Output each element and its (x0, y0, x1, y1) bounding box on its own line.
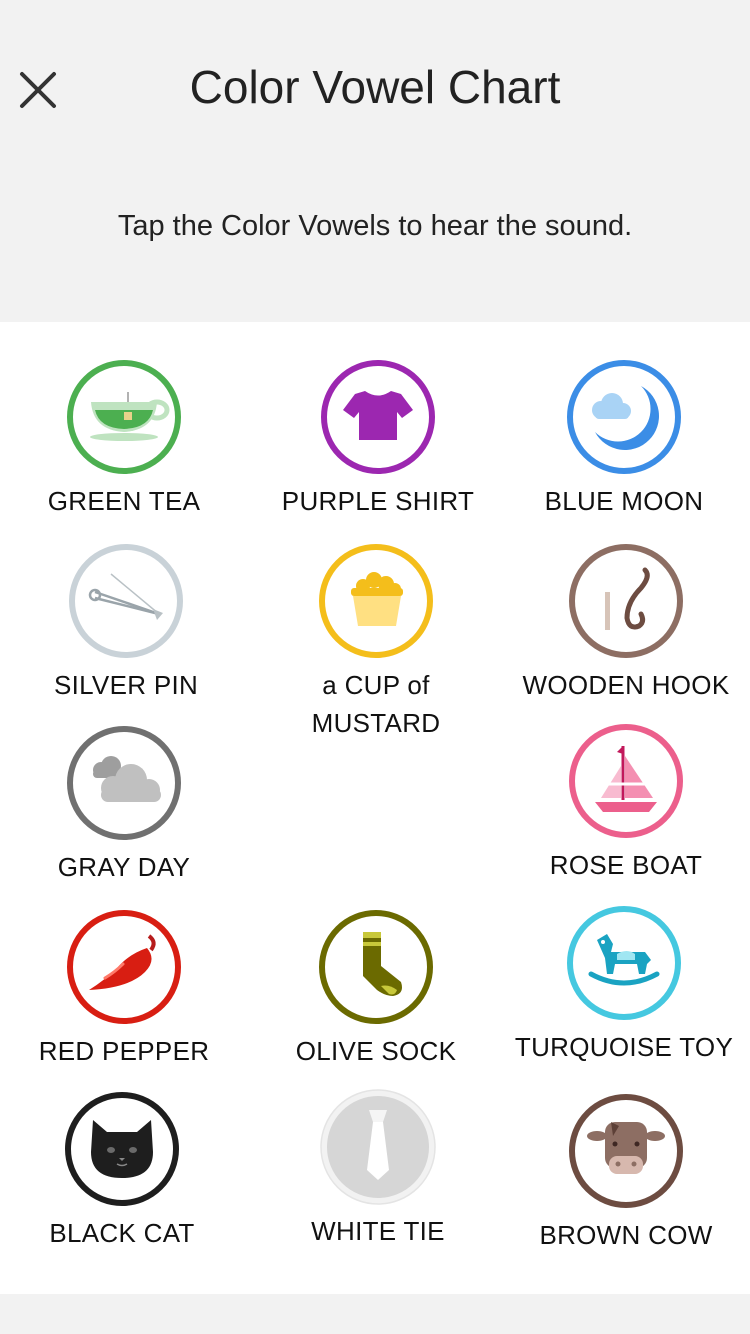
vowel-brown-cow[interactable]: BROWN COW (506, 1092, 746, 1254)
vowel-label: GREEN TEA (47, 486, 201, 516)
cow-icon (569, 1094, 683, 1208)
vowel-label: OLIVE SOCK (295, 1036, 457, 1066)
vowel-green-tea[interactable]: GREEN TEA (4, 358, 244, 520)
instruction-text: Tap the Color Vowels to hear the sound. (117, 210, 633, 242)
cloud-icon (67, 726, 181, 840)
vowel-white-tie[interactable]: WHITE TIE (258, 1088, 498, 1250)
vowel-grid: GREEN TEA PURPLE SHIRT BLUE MOON SILVER … (0, 322, 750, 1294)
hook-icon (569, 544, 683, 658)
shirt-icon (321, 360, 435, 474)
sailboat-icon (569, 724, 683, 838)
vowel-label: WOODEN HOOK (522, 670, 730, 700)
vowel-label: BLUE MOON (544, 486, 704, 516)
vowel-label: BROWN COW (539, 1220, 713, 1250)
page-title: Color Vowel Chart (189, 61, 561, 113)
sock-icon (319, 910, 433, 1024)
cat-icon (65, 1092, 179, 1206)
vowel-label: ROSE BOAT (549, 850, 703, 880)
vowel-label: a CUP of (322, 670, 430, 700)
header: Color Vowel Chart Tap the Color Vowels t… (0, 0, 750, 322)
tie-icon (320, 1089, 436, 1205)
vowel-cup-of-mustard[interactable]: a CUP of MUSTARD (256, 542, 496, 742)
vowel-purple-shirt[interactable]: PURPLE SHIRT (258, 358, 498, 520)
vowel-blue-moon[interactable]: BLUE MOON (504, 358, 744, 520)
vowel-label: SILVER PIN (53, 670, 199, 700)
vowel-label: TURQUOISE TOY (514, 1032, 734, 1062)
vowel-gray-day[interactable]: GRAY DAY (4, 724, 244, 886)
vowel-label: RED PEPPER (38, 1036, 210, 1066)
teacup-icon (67, 360, 181, 474)
vowel-label: WHITE TIE (311, 1216, 445, 1246)
moon-icon (567, 360, 681, 474)
vowel-rose-boat[interactable]: ROSE BOAT (506, 722, 746, 884)
rocking-horse-icon (567, 906, 681, 1020)
vowel-label-line-2: MUSTARD (311, 708, 441, 738)
vowel-red-pepper[interactable]: RED PEPPER (4, 908, 244, 1070)
vowel-wooden-hook[interactable]: WOODEN HOOK (506, 542, 746, 704)
pepper-icon (67, 910, 181, 1024)
mustard-cup-icon (319, 544, 433, 658)
vowel-olive-sock[interactable]: OLIVE SOCK (256, 908, 496, 1070)
vowel-label: GRAY DAY (57, 852, 191, 882)
vowel-silver-pin[interactable]: SILVER PIN (6, 542, 246, 704)
vowel-turquoise-toy[interactable]: TURQUOISE TOY (504, 904, 744, 1066)
vowel-label: PURPLE SHIRT (281, 486, 475, 516)
vowel-label: BLACK CAT (49, 1218, 195, 1248)
safety-pin-icon (69, 544, 183, 658)
vowel-black-cat[interactable]: BLACK CAT (2, 1090, 242, 1252)
